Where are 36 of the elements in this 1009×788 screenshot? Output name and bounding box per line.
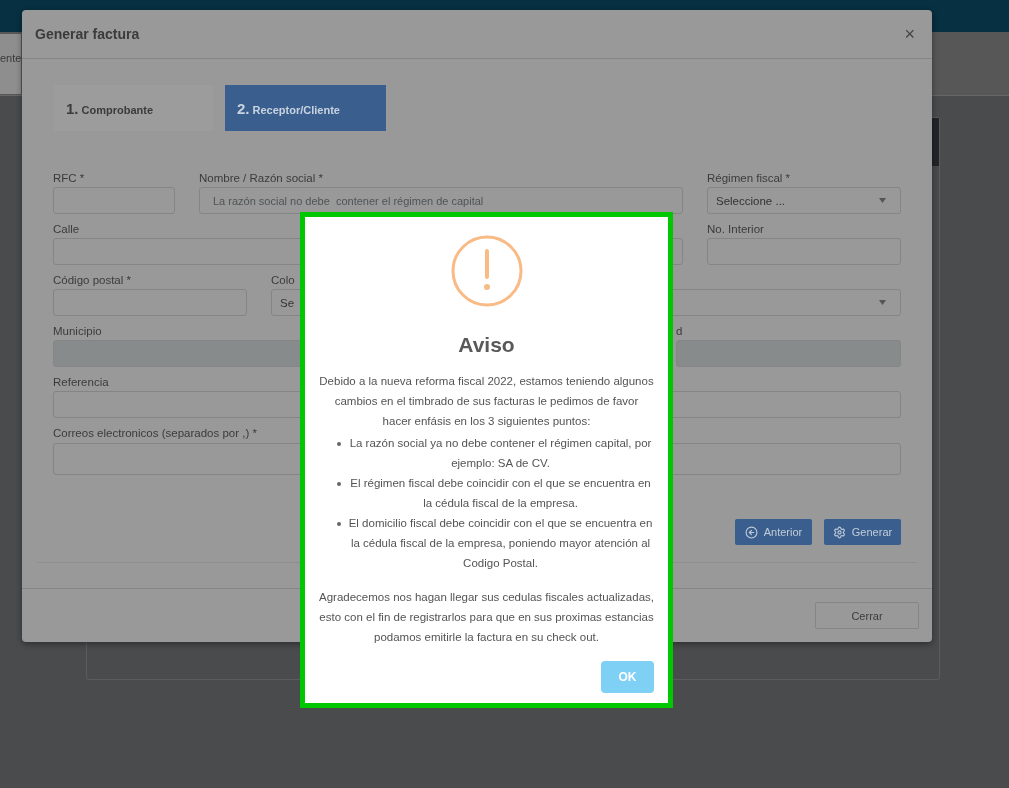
settings-icon [832, 525, 846, 539]
list-item: El régimen fiscal debe coincidir con el que se encuentra en la cédula fiscal de la empresa. [349, 476, 652, 511]
warning-icon [450, 235, 523, 307]
caret-icon [879, 198, 886, 203]
field-label: Régimen fiscal * [707, 172, 791, 186]
field-label: Municipio [53, 325, 102, 339]
field-label: d [676, 325, 683, 339]
select-value: Se [280, 296, 295, 309]
bullet-icon [337, 442, 341, 446]
list-item: El domicilio fiscal debe coincidir con el que se encuentra en la cédula fiscal de la empresa, poniendo mayor atención al Codigo Postal. [347, 516, 654, 571]
dialog-title: Generar factura [35, 26, 140, 42]
field-label: Colo [271, 274, 295, 288]
page-text: ente [0, 33, 22, 94]
arrow-left-icon [744, 525, 758, 539]
bullet-icon [337, 482, 341, 486]
input-field[interactable]: La razón social no debe contener el régimen de capital [199, 187, 683, 214]
step-tab[interactable]: 2. Receptor/Cliente [225, 85, 386, 131]
select-field[interactable]: Seleccione ... [707, 187, 901, 214]
close-button[interactable]: Cerrar [815, 602, 919, 629]
field-label: Código postal * [53, 274, 131, 288]
close-button[interactable]: × [900, 23, 919, 45]
generate-button[interactable]: Generar [824, 519, 901, 545]
bullet-icon [337, 522, 341, 526]
field-label: Nombre / Razón social * [199, 172, 323, 186]
alert-text: Debido a la nueva reforma fiscal 2022, estamos teniendo algunos cambios en el timbrado de sus facturas le pedimos de favor hacer enfásis en los 3 siguientes puntos: [319, 374, 654, 429]
previous-button[interactable]: Anterior [735, 519, 812, 545]
alert-text: Agradecemos nos hagan llegar sus cedulas fiscales actualizadas, esto con el fin de registrarlos para que en sus proximas estancias podamos emitirle la factura en su check out. [319, 590, 654, 645]
field-label: No. Interior [707, 223, 764, 237]
list-item: La razón social ya no debe contener el régimen capital, por ejemplo: SA de CV. [348, 436, 653, 471]
select-value: Seleccione ... [716, 194, 786, 207]
field-label: RFC * [53, 172, 85, 186]
alert-title: Aviso [458, 333, 515, 357]
field-label: Referencia [53, 376, 109, 390]
field-label: Correos electronicos (separados por ,) * [53, 427, 257, 441]
field-label: Calle [53, 223, 80, 237]
caret-icon [879, 300, 886, 305]
